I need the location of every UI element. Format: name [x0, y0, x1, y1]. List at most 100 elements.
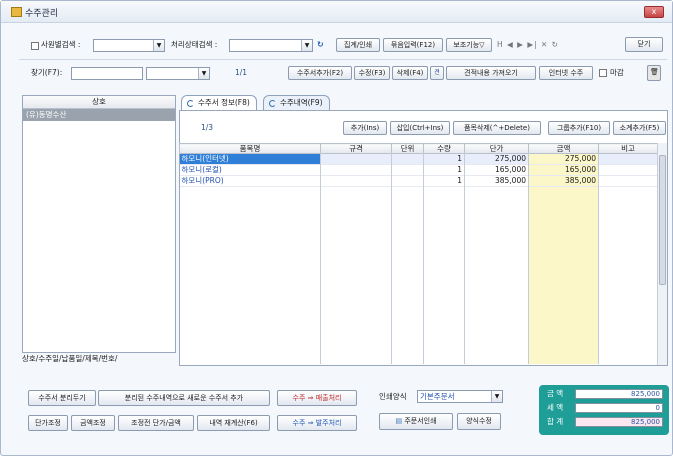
chevron-down-icon[interactable]: ▼ [153, 40, 164, 51]
unit-price-adjust-button[interactable]: 단가조정 [28, 415, 68, 431]
note-cell[interactable] [598, 175, 658, 187]
app-icon [11, 7, 22, 17]
new-order-from-split-button[interactable]: 분리된 수주내역으로 새로운 수주서 추가 [98, 390, 270, 406]
customer-list-item[interactable]: (유)동명수산 [23, 109, 175, 121]
amount-cell[interactable]: 165,000 [528, 164, 599, 176]
edit-button[interactable]: 수정(F3) [354, 66, 390, 80]
find-field-combo[interactable]: ▼ [146, 67, 210, 80]
unit-cell[interactable] [391, 153, 424, 165]
record-navigation[interactable]: H ◀ ▶ ▶| ✕ ↻ [497, 39, 559, 51]
print-format-value: 기본주문서 [420, 392, 455, 401]
find-label: 찾기(F7): [31, 68, 63, 77]
toolbar-divider [19, 59, 667, 60]
estimate-icon[interactable]: 견 [430, 66, 444, 80]
insert-row-button[interactable]: 삽입(Ctrl+Ins) [390, 121, 450, 135]
column-header[interactable]: 규격 [320, 143, 392, 154]
add-order-button[interactable]: 수주서추가(F2) [288, 66, 352, 80]
qty-cell[interactable]: 1 [423, 175, 465, 187]
item-name-cell[interactable]: 하모니(로컬) [179, 164, 321, 176]
spec-cell[interactable] [320, 153, 392, 165]
chevron-down-icon[interactable]: ▼ [491, 391, 502, 402]
deadline-checkbox[interactable] [599, 69, 607, 77]
column-header[interactable]: 수량 [423, 143, 465, 154]
employee-search-checkbox[interactable] [31, 42, 39, 50]
employee-search-combo[interactable]: ▼ [93, 39, 165, 52]
tab-order-detail[interactable]: 수주내역(F9) [263, 95, 330, 110]
internet-order-button[interactable]: 인터넷 수주 [539, 66, 593, 80]
spec-cell[interactable] [320, 175, 392, 187]
chevron-down-icon[interactable]: ▼ [301, 40, 312, 51]
column-divider [528, 153, 529, 364]
bundle-input-button[interactable]: 묶음입력(F12) [383, 38, 443, 52]
amount-cell[interactable]: 385,000 [528, 175, 599, 187]
price-cell[interactable]: 165,000 [464, 164, 529, 176]
amount-cell[interactable]: 275,000 [528, 153, 599, 165]
total-label: 합 계 [547, 417, 564, 426]
scrollbar-thumb[interactable] [659, 155, 666, 285]
column-header[interactable]: 금액 [528, 143, 599, 154]
qty-cell[interactable]: 1 [423, 153, 465, 165]
amount-value: 825,000 [575, 389, 663, 399]
window-title: 수주관리 [25, 9, 59, 19]
print-format-combo[interactable]: 기본주문서 ▼ [417, 390, 503, 403]
table-row[interactable]: 하모니(PRO) 1 385,000 385,000 [179, 175, 658, 187]
column-divider [464, 153, 465, 364]
chevron-down-icon[interactable]: ▼ [198, 68, 209, 79]
totals-panel: 금 액 825,000 세 액 0 합 계 825,000 [539, 385, 669, 435]
tab-order-info[interactable]: 수주서 정보(F8) [181, 95, 257, 110]
table-row[interactable]: 하모니(인터넷) 1 275,000 275,000 [179, 153, 658, 165]
amount-adjust-button[interactable]: 금액조정 [71, 415, 115, 431]
tab-icon [269, 100, 276, 107]
close-button[interactable]: 닫기 [625, 37, 663, 52]
price-cell[interactable]: 275,000 [464, 153, 529, 165]
format-edit-button[interactable]: 양식수정 [457, 413, 501, 430]
column-divider [423, 153, 424, 364]
qty-cell[interactable]: 1 [423, 164, 465, 176]
column-header[interactable]: 단위 [391, 143, 424, 154]
add-row-button[interactable]: 추가(Ins) [343, 121, 387, 135]
delete-button[interactable]: 삭제(F4) [392, 66, 428, 80]
print-format-label: 인쇄양식 [379, 392, 407, 401]
spec-cell[interactable] [320, 164, 392, 176]
close-window-button[interactable]: x [644, 6, 664, 18]
status-search-label: 처리상태검색 : [171, 40, 218, 49]
table-row[interactable]: 하모니(로컬) 1 165,000 165,000 [179, 164, 658, 176]
printer-icon: ▤ [395, 417, 405, 425]
note-cell[interactable] [598, 153, 658, 165]
order-page-indicator: 1/1 [235, 68, 248, 77]
group-add-button[interactable]: 그룹추가(F10) [548, 121, 610, 135]
order-management-window: 수주관리 x 사원별검색 : ▼ 처리상태검색 : ▼ ↻ 집계/인쇄 묶음입력… [0, 0, 673, 456]
column-header[interactable]: 단가 [464, 143, 529, 154]
find-input[interactable] [71, 67, 143, 80]
order-print-button[interactable]: ▤ 주문서인쇄 [379, 413, 453, 430]
aux-function-button[interactable]: 보조기능▽ [446, 38, 492, 52]
note-cell[interactable] [598, 164, 658, 176]
split-order-button[interactable]: 수주서 분리두기 [28, 390, 96, 406]
price-cell[interactable]: 385,000 [464, 175, 529, 187]
column-header[interactable]: 품목명 [179, 143, 321, 154]
title-bar: 수주관리 x [1, 1, 672, 23]
subtotal-add-button[interactable]: 소계추가(F5) [613, 121, 666, 135]
customer-list: 상호 (유)동명수산 [22, 95, 176, 353]
order-to-purchase-button[interactable]: 수주 ⇒ 발주처리 [277, 415, 357, 431]
order-to-sales-button[interactable]: 수주 ⇒ 매출처리 [277, 390, 357, 406]
unit-cell[interactable] [391, 175, 424, 187]
tab-order-info-label: 수주서 정보(F8) [198, 98, 250, 107]
grid-scrollbar[interactable] [657, 143, 667, 365]
unit-cell[interactable] [391, 164, 424, 176]
order-print-label: 주문서인쇄 [404, 417, 437, 425]
before-adjust-button[interactable]: 조정전 단가/금액 [118, 415, 194, 431]
delete-item-button[interactable]: 품목삭제(^+Delete) [453, 121, 541, 135]
amount-label: 금 액 [547, 389, 564, 398]
status-search-combo[interactable]: ▼ [229, 39, 313, 52]
customer-list-header: 상호 [23, 96, 175, 109]
customer-list-tabs[interactable]: 상호/수주일/납품일/제목/번호/ [22, 353, 176, 365]
refresh-icon[interactable]: ↻ [317, 40, 324, 50]
aggregate-print-button[interactable]: 집계/인쇄 [336, 38, 380, 52]
column-header[interactable]: 비고 [598, 143, 658, 154]
recalculate-button[interactable]: 내역 재계산(F6) [197, 415, 270, 431]
fetch-estimate-button[interactable]: 견적내용 가져오기 [446, 66, 536, 80]
item-name-cell[interactable]: 하모니(인터넷) [179, 153, 321, 165]
item-name-cell[interactable]: 하모니(PRO) [179, 175, 321, 187]
trash-icon[interactable]: 🗑 [647, 65, 661, 81]
